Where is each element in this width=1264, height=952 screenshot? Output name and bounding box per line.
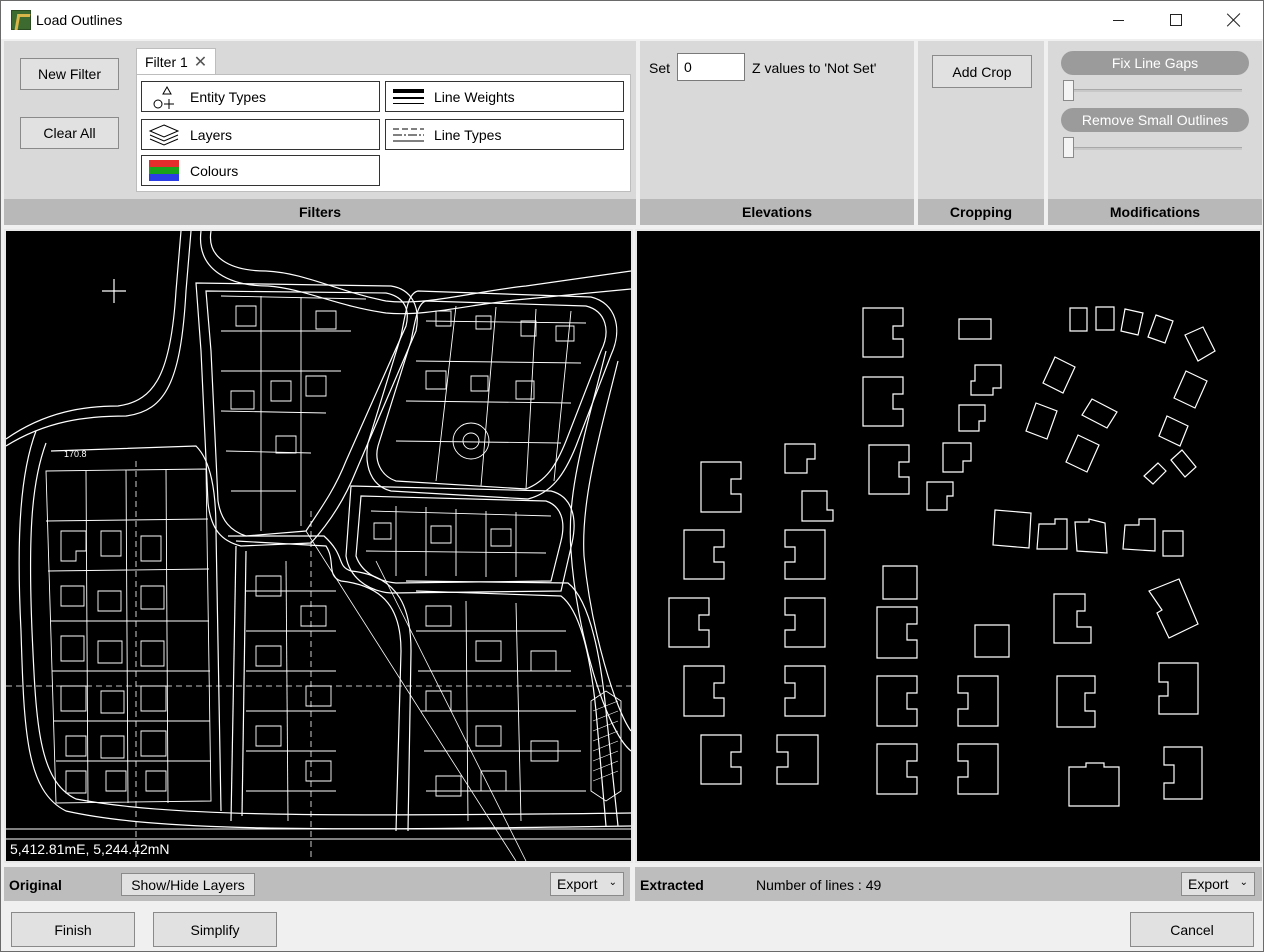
modifications-panel: Fix Line Gaps Remove Small Outlines Modi… — [1048, 41, 1262, 225]
export-extracted-label: Export — [1188, 876, 1229, 892]
tab-close-icon[interactable]: ✕ — [194, 52, 207, 72]
extracted-outlines-drawing — [668, 306, 1216, 807]
export-original-dropdown[interactable]: Export ⌄ — [550, 872, 624, 896]
colours-label: Colours — [190, 162, 239, 179]
filters-panel: New Filter Clear All Filter 1 ✕ Entity T… — [4, 41, 636, 225]
shapes-icon — [153, 85, 174, 109]
svg-text:170.8: 170.8 — [64, 449, 87, 459]
colours-icon — [149, 159, 179, 181]
clear-all-button[interactable]: Clear All — [20, 117, 119, 149]
layers-label: Layers — [190, 126, 233, 143]
minimize-icon — [1112, 19, 1124, 21]
elevations-footer: Elevations — [640, 199, 914, 225]
finish-button[interactable]: Finish — [11, 912, 135, 947]
load-outlines-window: Load Outlines New Filter Clear All Filte… — [0, 0, 1264, 952]
tab-label: Filter 1 — [145, 54, 188, 70]
chevron-down-icon: ⌄ — [608, 877, 617, 888]
original-label: Original — [9, 877, 62, 893]
remove-small-outlines-toggle[interactable]: Remove Small Outlines — [1061, 108, 1249, 132]
elevation-value-input[interactable] — [677, 53, 745, 81]
add-crop-button[interactable]: Add Crop — [932, 55, 1032, 88]
export-original-label: Export — [557, 876, 598, 892]
show-hide-layers-button[interactable]: Show/Hide Layers — [121, 873, 255, 896]
site-plan-drawing: 170.8 — [6, 231, 631, 861]
extracted-status-bar: Extracted Number of lines : 49 Export ⌄ — [635, 867, 1262, 901]
extracted-label: Extracted — [640, 877, 704, 893]
close-icon — [1227, 13, 1241, 27]
filter-options: Entity Types Line Weights Layers Line Ty… — [136, 74, 631, 192]
elevation-suffix-label: Z values to 'Not Set' — [752, 60, 877, 76]
maximize-icon — [1170, 14, 1182, 26]
original-drawing-canvas[interactable]: 170.8 5,412.81mE, 5,244.42mN — [4, 229, 633, 863]
line-types-label: Line Types — [434, 126, 502, 143]
line-count-text: Number of lines : 49 — [756, 877, 882, 893]
simplify-button[interactable]: Simplify — [153, 912, 277, 947]
cancel-button[interactable]: Cancel — [1130, 912, 1254, 947]
filters-footer: Filters — [4, 199, 636, 225]
fix-line-gaps-toggle[interactable]: Fix Line Gaps — [1061, 51, 1249, 75]
line-weights-label: Line Weights — [434, 88, 515, 105]
close-button[interactable] — [1205, 1, 1263, 39]
cropping-panel: Add Crop Cropping — [918, 41, 1044, 225]
new-filter-button[interactable]: New Filter — [20, 58, 119, 90]
chevron-down-icon: ⌄ — [1239, 877, 1248, 888]
line-types-icon — [393, 128, 424, 141]
app-logo-icon — [11, 10, 31, 30]
minimize-button[interactable] — [1089, 1, 1147, 39]
colours-button[interactable]: Colours — [141, 155, 380, 186]
layers-button[interactable]: Layers — [141, 119, 380, 150]
entity-types-label: Entity Types — [190, 88, 267, 105]
fix-line-gaps-slider-thumb[interactable] — [1063, 80, 1074, 101]
line-weights-button[interactable]: Line Weights — [385, 81, 624, 112]
modifications-footer: Modifications — [1048, 199, 1262, 225]
remove-small-outlines-slider[interactable] — [1064, 147, 1242, 150]
fix-line-gaps-slider[interactable] — [1064, 89, 1242, 92]
line-types-button[interactable]: Line Types — [385, 119, 624, 150]
window-title: Load Outlines — [36, 12, 123, 28]
title-bar: Load Outlines — [1, 1, 1263, 39]
entity-types-button[interactable]: Entity Types — [141, 81, 380, 112]
layers-icon — [148, 123, 180, 146]
cropping-footer: Cropping — [918, 199, 1044, 225]
export-extracted-dropdown[interactable]: Export ⌄ — [1181, 872, 1255, 896]
cursor-coordinates: 5,412.81mE, 5,244.42mN — [10, 841, 170, 857]
remove-small-outlines-slider-thumb[interactable] — [1063, 137, 1074, 158]
elevation-set-label: Set — [649, 60, 671, 76]
tab-filter-1[interactable]: Filter 1 ✕ — [136, 48, 216, 75]
maximize-button[interactable] — [1147, 1, 1205, 39]
line-weights-icon — [393, 88, 424, 104]
original-status-bar: Original Show/Hide Layers Export ⌄ — [4, 867, 630, 901]
elevations-panel: Set Z values to 'Not Set' Elevations — [640, 41, 914, 225]
extracted-outlines-canvas[interactable] — [635, 229, 1262, 863]
